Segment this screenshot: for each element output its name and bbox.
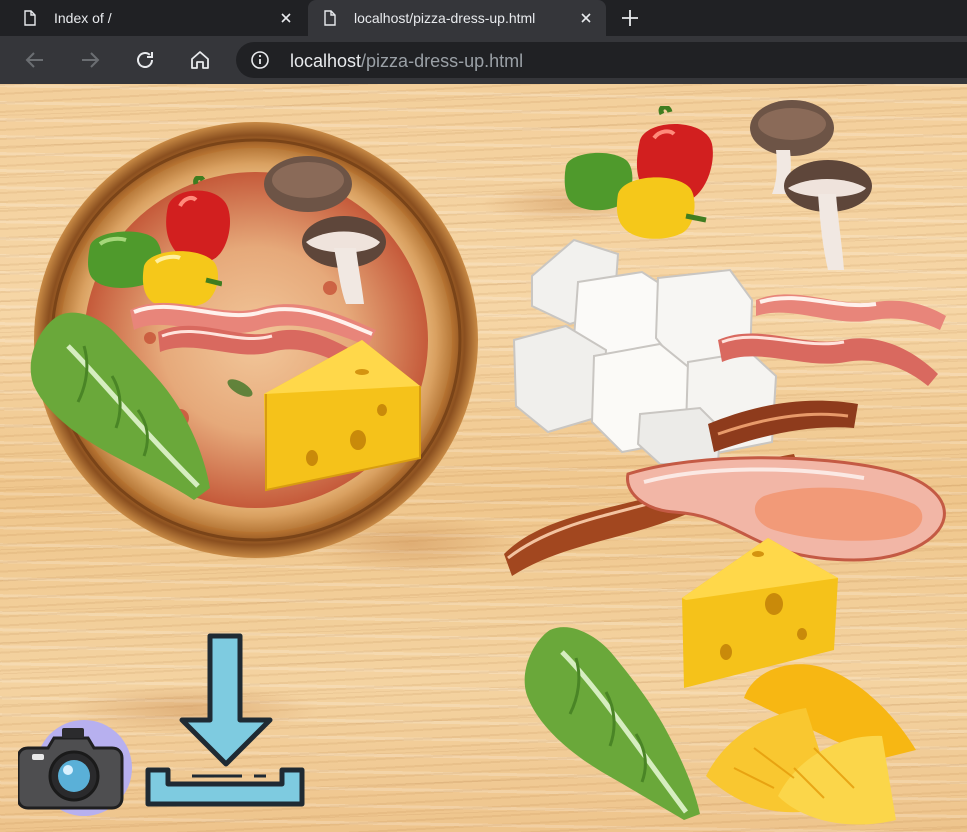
camera-button[interactable] xyxy=(18,714,134,820)
download-button[interactable] xyxy=(142,632,308,812)
close-icon[interactable] xyxy=(278,10,294,26)
tab-pizza-dress-up[interactable]: localhost/pizza-dress-up.html xyxy=(308,0,606,36)
url-path: /pizza-dress-up.html xyxy=(361,51,524,71)
reload-icon[interactable] xyxy=(133,48,157,72)
tab-index[interactable]: Index of / xyxy=(8,0,306,36)
file-icon xyxy=(24,10,36,26)
info-icon[interactable] xyxy=(250,50,270,70)
tab-title: localhost/pizza-dress-up.html xyxy=(354,10,536,26)
peppers-palette[interactable] xyxy=(562,106,718,246)
pineapple-palette[interactable] xyxy=(704,658,920,826)
home-icon[interactable] xyxy=(188,48,212,72)
wood-board xyxy=(0,84,967,832)
url-text: localhost/pizza-dress-up.html xyxy=(290,50,523,72)
close-icon[interactable] xyxy=(578,10,594,26)
tab-strip: Index of / localhost/pizza-dress-up.html xyxy=(0,0,967,36)
back-icon[interactable] xyxy=(23,48,47,72)
lettuce-topping[interactable] xyxy=(28,306,218,506)
url-host: localhost xyxy=(290,51,362,71)
forward-icon[interactable] xyxy=(78,48,102,72)
file-icon xyxy=(324,10,336,26)
tab-title: Index of / xyxy=(54,10,112,26)
new-tab-icon[interactable] xyxy=(618,6,642,30)
lettuce-palette[interactable] xyxy=(516,622,708,824)
bacon-strips-palette[interactable] xyxy=(716,284,950,396)
cheese-topping[interactable] xyxy=(258,338,424,494)
